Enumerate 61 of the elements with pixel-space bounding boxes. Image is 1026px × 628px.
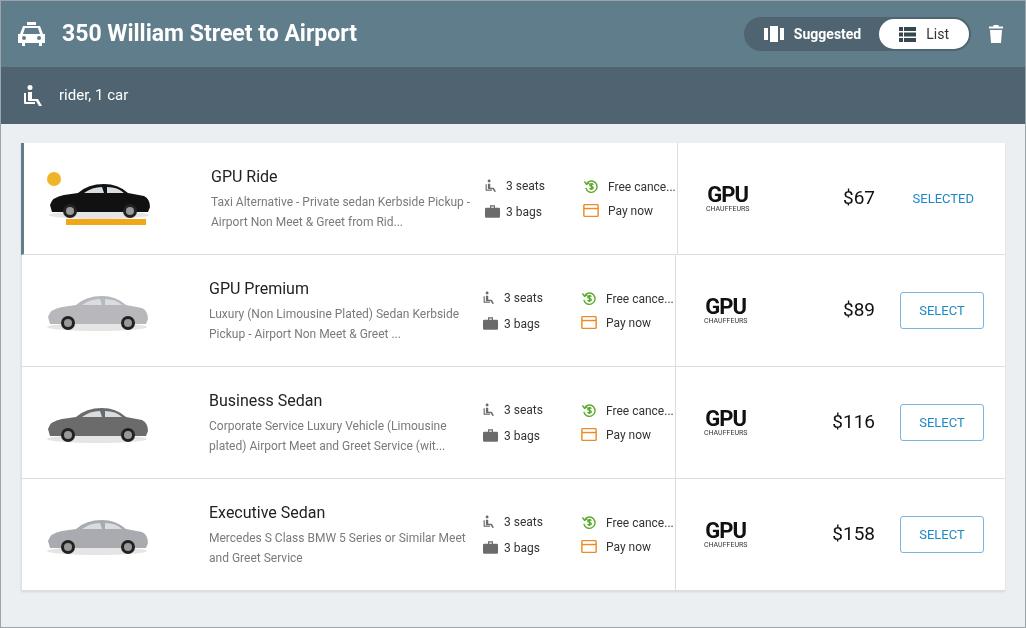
select-button[interactable]: SELECT <box>900 516 984 553</box>
taxi-icon <box>17 22 46 46</box>
delete-button[interactable] <box>987 23 1005 45</box>
list-icon <box>899 26 917 42</box>
logo-text: GPU <box>705 408 747 430</box>
bags-label: 3 bags <box>504 539 540 557</box>
seat-icon <box>483 401 497 418</box>
seat-icon <box>485 177 499 194</box>
vehicle-name: Executive Sedan <box>209 502 327 524</box>
vehicle-name: GPU Ride <box>211 166 279 188</box>
price: $116 <box>832 409 875 436</box>
vehicle-description: Corporate Service Luxury Vehicle (Limousine plated) Airport Meet and Greet Service (wit... <box>209 418 448 455</box>
credit-card-icon <box>581 428 597 441</box>
passenger-summary: rider, 1 car <box>59 85 129 107</box>
seats-label: 3 seats <box>504 401 543 419</box>
logo-text: GPU <box>707 184 749 206</box>
vehicle-description: Taxi Alternative - Private sedan Kerbside Pickup - Airport Non Meet & Greet from Rid... <box>211 194 472 231</box>
logo-text: GPU <box>705 296 747 318</box>
price: $89 <box>842 297 875 324</box>
briefcase-icon <box>483 317 498 330</box>
briefcase-icon <box>483 429 498 442</box>
bags-label: 3 bags <box>506 203 542 221</box>
cancellation-label: Free cance... <box>606 514 674 532</box>
briefcase-icon <box>485 205 500 218</box>
selected-label: SELECTED <box>912 189 975 208</box>
bags-label: 3 bags <box>504 427 540 445</box>
vehicle-description: Luxury (Non Limousine Plated) Sedan Kerbside Pickup - Airport Non Meet & Greet ... <box>209 306 461 343</box>
vehicle-name: GPU Premium <box>209 278 310 300</box>
view-tab[interactable]: List <box>879 19 969 49</box>
columns-icon <box>763 26 784 42</box>
credit-card-icon <box>583 204 599 217</box>
vehicle-name: Business Sedan <box>209 390 324 412</box>
cancellation-label: Free cance... <box>608 178 676 196</box>
credit-card-icon <box>581 316 597 329</box>
select-button[interactable]: SELECT <box>900 292 984 329</box>
refund-icon <box>581 402 598 419</box>
seat-icon <box>483 513 497 530</box>
vehicle-description: Mercedes S Class BMW 5 Series or Similar Meet and Greet Service <box>209 530 467 567</box>
trash-icon <box>989 25 1003 43</box>
price: $158 <box>832 521 875 548</box>
seats-label: 3 seats <box>504 513 543 531</box>
briefcase-icon <box>483 541 498 554</box>
refund-icon <box>581 290 598 307</box>
refund-icon <box>581 514 598 531</box>
seats-label: 3 seats <box>504 289 543 307</box>
trip-title: 350 William Street to Airport <box>62 18 358 49</box>
price: $67 <box>842 185 875 212</box>
credit-card-icon <box>581 540 597 553</box>
logo-text: GPU <box>705 520 747 542</box>
refund-icon <box>583 178 600 195</box>
payment-label: Pay now <box>608 202 654 220</box>
bags-label: 3 bags <box>504 315 540 333</box>
seats-label: 3 seats <box>506 177 545 195</box>
payment-label: Pay now <box>606 538 652 556</box>
payment-label: Pay now <box>606 314 652 332</box>
cancellation-label: Free cance... <box>606 402 674 420</box>
seat-icon <box>483 289 497 306</box>
cancellation-label: Free cance... <box>606 290 674 308</box>
view-tab[interactable]: Suggested <box>745 19 880 49</box>
payment-label: Pay now <box>606 426 652 444</box>
select-button[interactable]: SELECT <box>900 404 984 441</box>
